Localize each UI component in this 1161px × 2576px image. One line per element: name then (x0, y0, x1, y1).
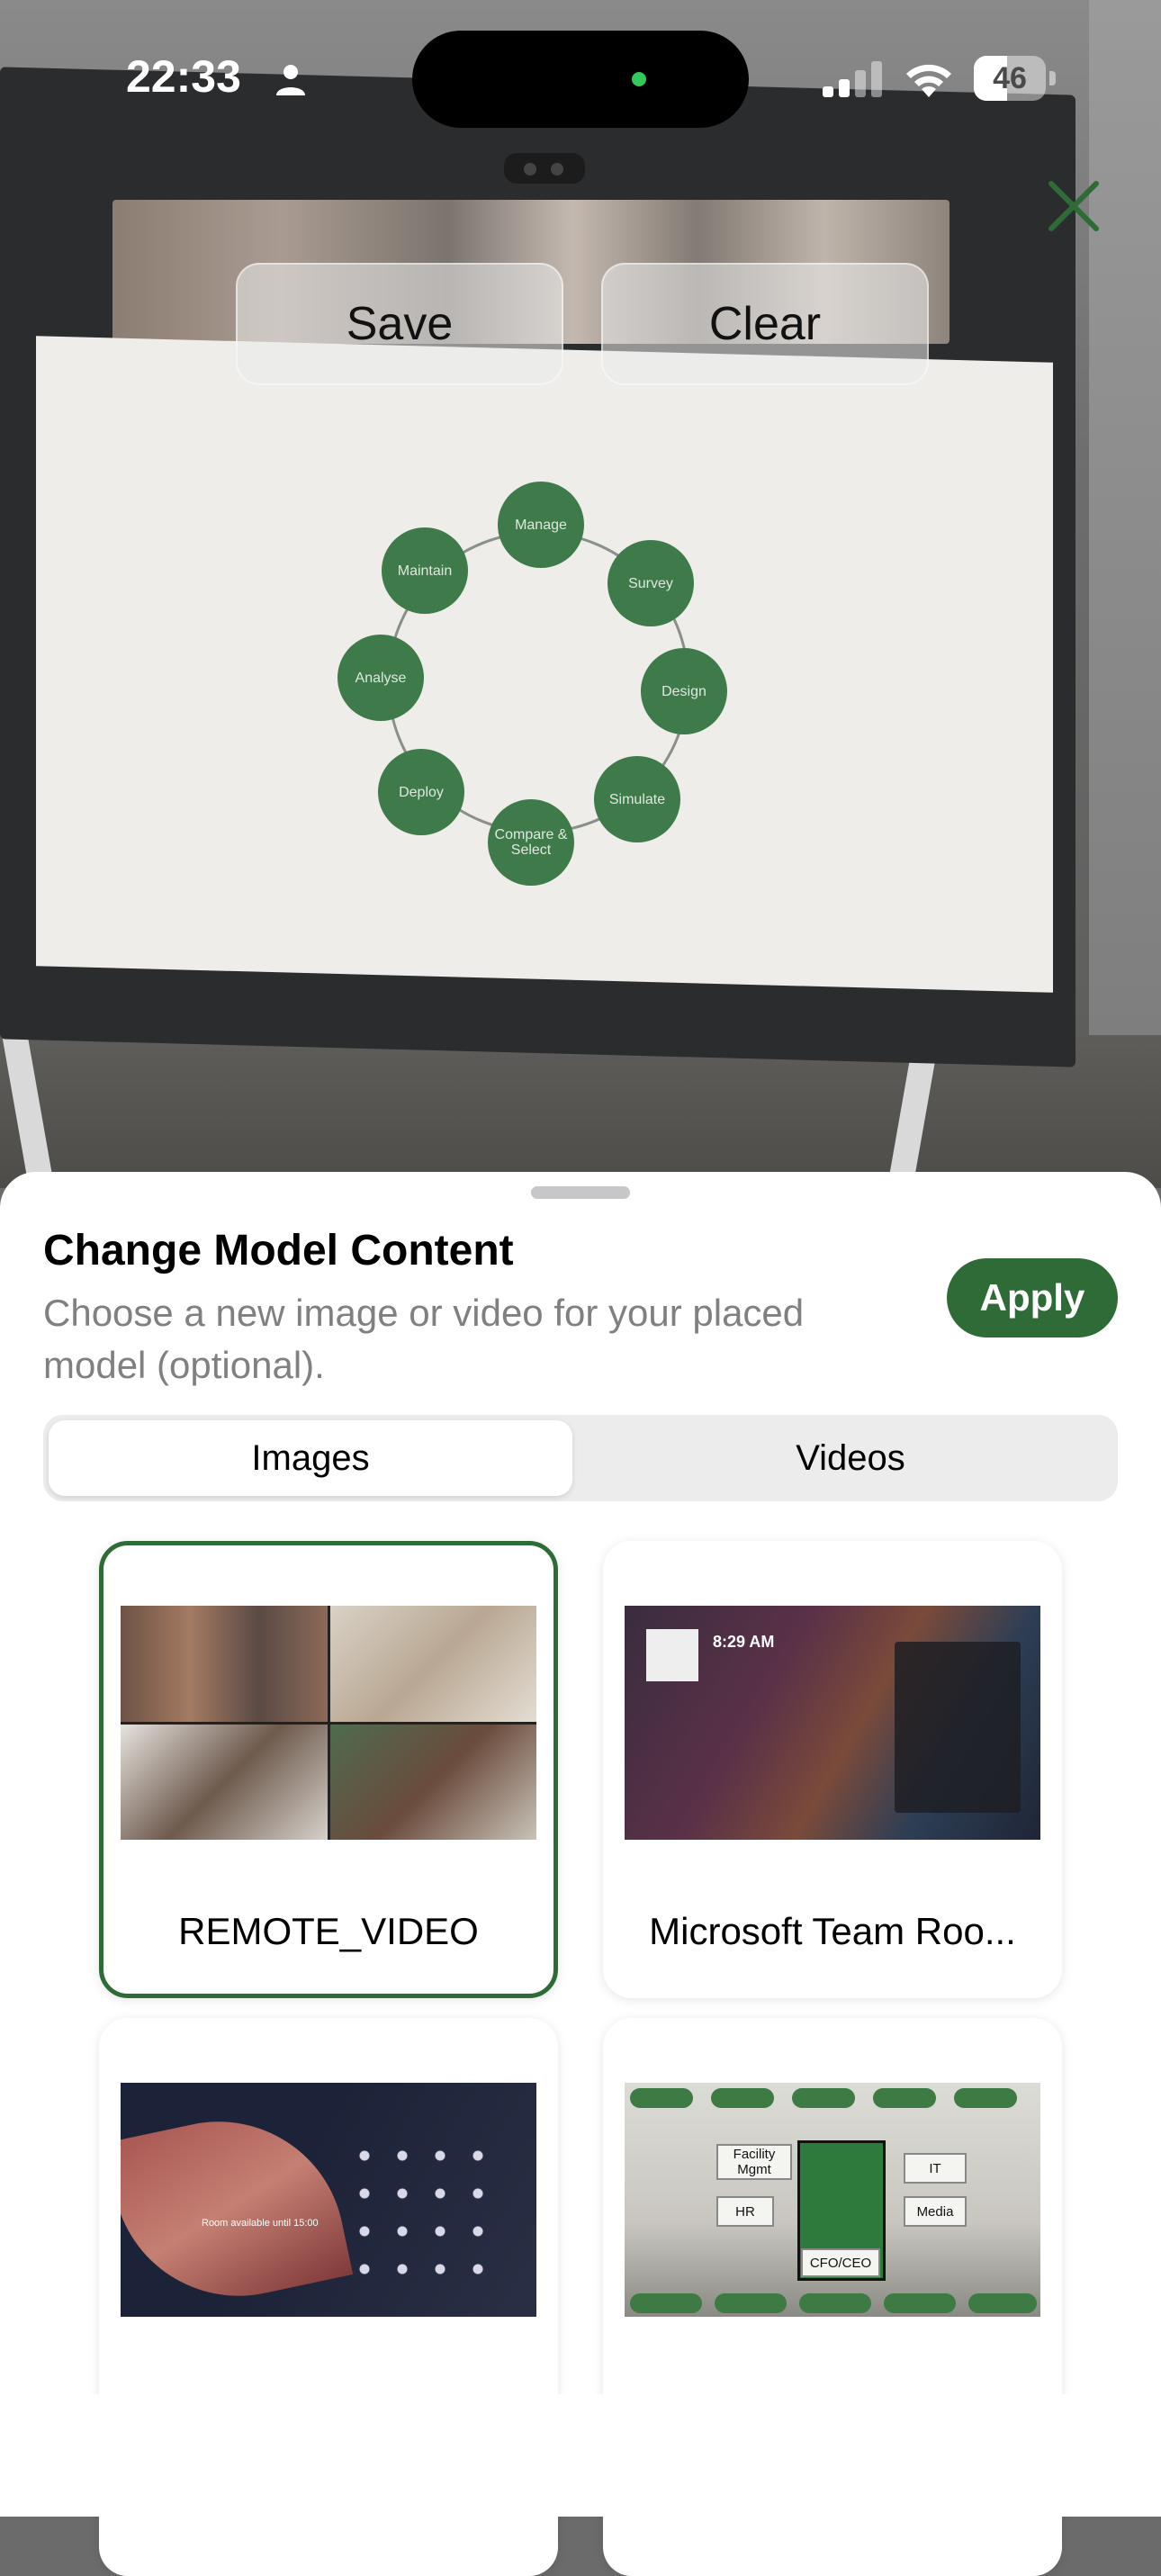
battery-level: 46 (993, 61, 1027, 95)
ar-camera-view[interactable]: Manage Survey Design Simulate Compare & … (0, 0, 1161, 1188)
room-availability-thumbnail: Room available until 15:00 (121, 2083, 536, 2317)
card-label: REMOTE_VIDEO (178, 1910, 479, 1952)
close-x-icon[interactable] (1044, 176, 1103, 236)
clear-button[interactable]: Clear (601, 263, 929, 385)
diagram-node: Manage (498, 482, 584, 568)
sheet-title: Change Model Content (43, 1227, 514, 1274)
device-camera (504, 153, 585, 184)
person-icon (276, 65, 305, 95)
status-time: 22:33 (126, 51, 241, 102)
content-card-remote-video[interactable]: REMOTE_VIDEO (99, 1541, 558, 1998)
app-grid-icon (346, 2137, 499, 2281)
content-card-microsoft-teams-rooms[interactable]: 8:29 AM Microsoft Team Roo... (603, 1541, 1062, 1998)
dynamic-island (412, 31, 749, 128)
diagram-node: Compare & Select (488, 799, 574, 886)
apply-button[interactable]: Apply (947, 1258, 1118, 1338)
media-type-segmented-control: Images Videos (43, 1415, 1118, 1501)
diagram-node: Maintain (382, 527, 468, 614)
card-label: Microsoft Team Roo... (649, 1910, 1016, 1952)
sheet-subtitle: Choose a new image or video for your pla… (43, 1292, 805, 1386)
diagram-node: Design (641, 648, 727, 734)
status-bar: 22:33 46 (0, 0, 1161, 153)
camera-in-use-indicator (632, 72, 646, 86)
battery-icon: 46 (974, 56, 1057, 101)
remote-video-thumbnail (121, 1606, 536, 1840)
save-button[interactable]: Save (236, 263, 563, 385)
tab-images[interactable]: Images (49, 1420, 572, 1496)
stakeholder-map-thumbnail: Facility Mgmt IT HR Media CFO/CEO (625, 2083, 1040, 2317)
tab-videos[interactable]: Videos (589, 1420, 1112, 1496)
sheet-bottom (0, 2394, 1161, 2517)
change-content-sheet: Change Model Content Choose a new image … (0, 1172, 1161, 2576)
wifi-icon (906, 64, 951, 97)
diagram-node: Survey (608, 540, 694, 626)
diagram-node: Simulate (594, 756, 680, 842)
cellular-signal-icon (823, 61, 882, 97)
qr-code-icon (646, 1629, 698, 1681)
diagram-node: Analyse (338, 635, 424, 721)
microsoft-teams-rooms-thumbnail: 8:29 AM (625, 1606, 1040, 1840)
sheet-grabber[interactable] (531, 1186, 630, 1199)
diagram-node: Deploy (378, 749, 464, 835)
